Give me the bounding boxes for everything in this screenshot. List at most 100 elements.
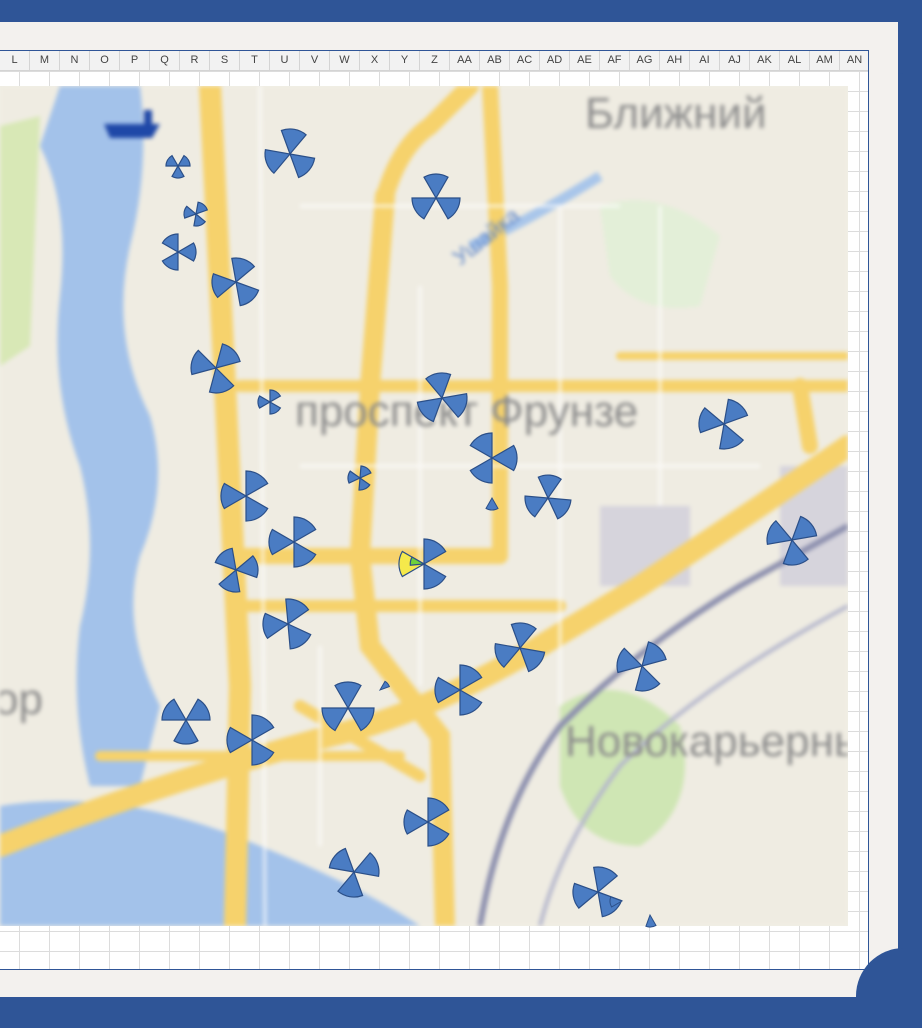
- pie-sector: [321, 707, 350, 732]
- tri-sector-pie-icon[interactable]: [214, 547, 259, 593]
- pie-sector: [537, 474, 563, 500]
- pie-sector: [469, 456, 493, 484]
- pie-sector: [231, 257, 256, 284]
- tri-sector-pie-icon[interactable]: [268, 516, 317, 568]
- tri-sector-pie-icon[interactable]: [469, 432, 518, 484]
- pie-sector: [176, 242, 197, 262]
- tri-sector-pie-icon[interactable]: [698, 398, 749, 450]
- tri-sector-pie-icon[interactable]: [257, 389, 282, 415]
- pie-sector: [427, 797, 450, 824]
- pie-sector: [641, 641, 667, 667]
- pie-sector: [766, 519, 794, 545]
- pie-sector: [359, 465, 372, 479]
- pie-sector: [423, 538, 447, 566]
- pie-sector: [782, 538, 809, 566]
- pie-fragment: [645, 913, 657, 928]
- pie-sector: [184, 698, 211, 721]
- tri-sector-pie-icon[interactable]: [165, 154, 191, 179]
- tri-sector-pie-icon[interactable]: [347, 465, 372, 491]
- spreadsheet-frame: L M N O P Q R S T U V W X Y Z AA AB AC AD AE AF AG AH AI AJ AK AL A…: [0, 50, 869, 970]
- pie-sector: [245, 470, 269, 498]
- pie-sector: [226, 726, 254, 754]
- tri-sector-pie-icon[interactable]: [572, 866, 623, 918]
- pie-sector: [193, 212, 207, 227]
- pie-sector: [251, 738, 275, 766]
- pie-sector: [285, 598, 310, 626]
- pie-sector: [411, 197, 438, 220]
- pie-sector: [547, 497, 572, 520]
- pie-sector: [519, 647, 546, 673]
- pie-sector: [346, 707, 375, 732]
- pie-sector: [280, 128, 307, 156]
- pie-sector: [190, 349, 218, 376]
- pie-sector: [215, 343, 241, 369]
- pie-sector: [616, 647, 644, 674]
- tri-sector-pie-icon[interactable]: [616, 641, 667, 692]
- pie-sector: [416, 397, 443, 423]
- pie-sector: [634, 664, 661, 692]
- pie-sector: [161, 698, 188, 721]
- tri-sector-pie-icon[interactable]: [434, 664, 483, 716]
- pie-sector: [218, 568, 241, 593]
- pie-sector: [459, 664, 483, 692]
- pie-sector: [287, 623, 312, 650]
- pie-sector: [262, 612, 290, 640]
- tri-sector-pie-icon[interactable]: [161, 233, 197, 271]
- pie-sector: [490, 444, 518, 472]
- tri-sector-pie-icon[interactable]: [524, 474, 572, 520]
- pie-sector: [293, 540, 317, 568]
- tri-sector-pie-icon[interactable]: [262, 598, 312, 650]
- pie-sector: [289, 153, 316, 179]
- pie-sector: [268, 528, 296, 556]
- pie-sector: [251, 714, 275, 742]
- tri-sector-pie-icon[interactable]: [264, 128, 316, 179]
- pie-sector: [176, 154, 191, 167]
- tri-sector-pie-icon[interactable]: [190, 343, 241, 394]
- pie-sector: [698, 407, 726, 434]
- pie-sector: [214, 547, 237, 571]
- tri-sector-pie-icon[interactable]: [211, 257, 260, 307]
- tri-sector-pie-icon[interactable]: [403, 797, 450, 847]
- pie-sector: [469, 432, 493, 460]
- tri-sector-pie-icon[interactable]: [220, 470, 269, 522]
- pie-sector: [165, 154, 180, 167]
- pie-sector: [425, 372, 452, 400]
- pie-sector: [328, 847, 355, 873]
- pie-sector: [423, 173, 449, 200]
- pie-sector: [593, 866, 619, 894]
- pie-sector: [440, 393, 468, 419]
- tri-sector-pie-icon[interactable]: [226, 714, 275, 766]
- pie-sector: [208, 366, 235, 394]
- tri-sector-pie-icon[interactable]: [328, 847, 380, 898]
- pie-sector: [427, 820, 450, 847]
- pie-sector: [510, 622, 537, 650]
- spreadsheet-page: L M N O P Q R S T U V W X Y Z AA AB AC AD AE AF AG AH AI AJ AK AL A…: [0, 22, 898, 997]
- pie-sector: [173, 718, 199, 745]
- pie-sector: [211, 273, 238, 299]
- tri-sector-pie-icon[interactable]: [766, 515, 818, 566]
- pie-sector: [791, 515, 818, 541]
- tri-sector-pie-icon[interactable]: [416, 372, 468, 423]
- pie-sector: [434, 197, 461, 220]
- pie-sector: [235, 281, 260, 307]
- tri-sector-pie-icon[interactable]: [411, 173, 461, 220]
- pie-sector: [524, 495, 550, 518]
- pie-sector-inner: [409, 556, 426, 566]
- tri-sector-pie-icon[interactable]: [398, 538, 447, 590]
- pie-sector: [257, 395, 272, 409]
- pie-fragment: [485, 496, 499, 511]
- pie-sector: [220, 482, 248, 510]
- pie-sector: [161, 250, 179, 271]
- pie-sector: [171, 164, 185, 179]
- tri-sector-pie-icon[interactable]: [494, 622, 546, 673]
- tri-sector-pie-icon[interactable]: [161, 698, 211, 745]
- tri-sector-pie-icon[interactable]: [321, 681, 375, 732]
- pie-sector: [334, 681, 362, 710]
- pie-sector: [494, 643, 522, 669]
- pie-sector: [264, 149, 292, 175]
- pie-sector: [195, 201, 209, 215]
- pie-sector: [161, 233, 179, 254]
- pie-sector: [352, 851, 380, 877]
- tri-sector-pie-icon[interactable]: [183, 201, 209, 227]
- pie-sector: [572, 882, 600, 909]
